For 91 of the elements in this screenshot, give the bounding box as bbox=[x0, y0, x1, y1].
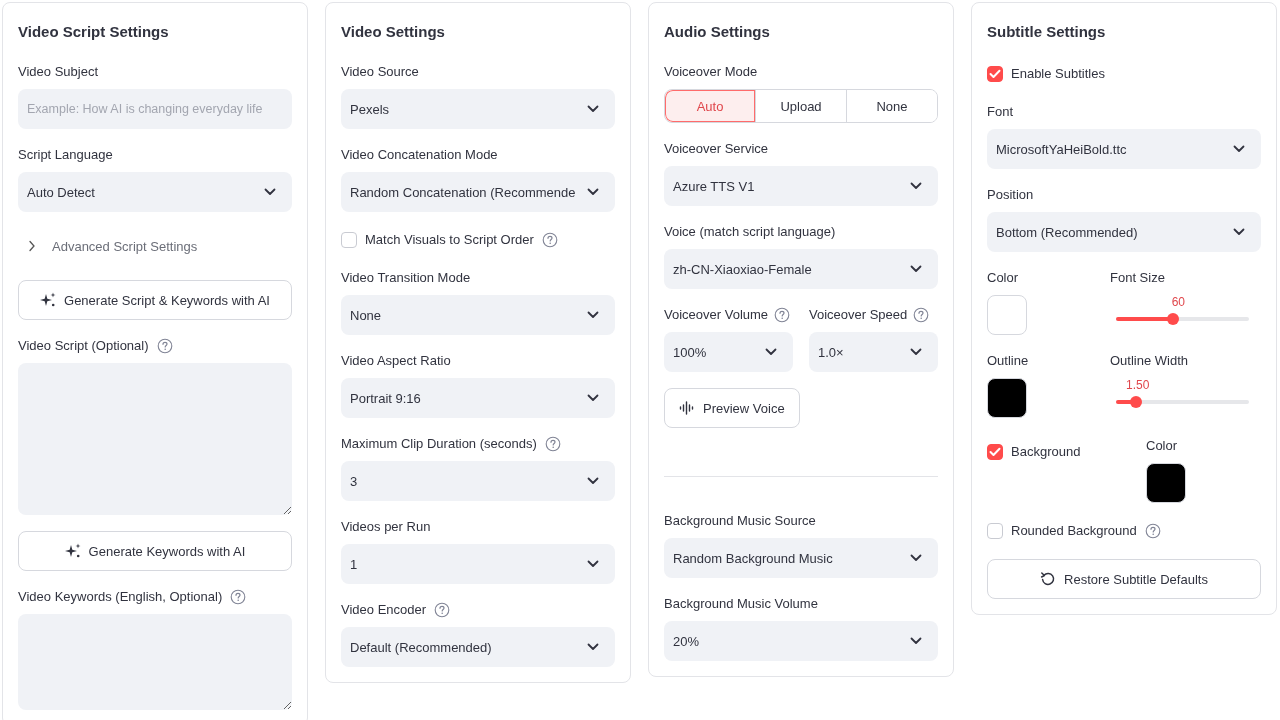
sparkle-icon bbox=[64, 543, 81, 559]
expander[interactable]: Advanced Script Settings bbox=[18, 228, 292, 264]
field-label: Video Keywords (English, Optional) bbox=[18, 588, 223, 606]
checkbox-label: Background bbox=[1011, 443, 1081, 461]
select-field[interactable]: Portrait 9:16 bbox=[341, 378, 615, 418]
select-field[interactable]: MicrosoftYaHeiBold.ttc bbox=[987, 129, 1261, 169]
panel-title: Subtitle Settings bbox=[987, 22, 1107, 42]
checkbox[interactable] bbox=[341, 232, 357, 248]
button[interactable]: Restore Subtitle Defaults bbox=[987, 559, 1261, 599]
field-label: Maximum Clip Duration (seconds) bbox=[341, 435, 537, 453]
slider-value: 60 bbox=[1171, 295, 1185, 309]
select-field[interactable]: 1 bbox=[341, 544, 615, 584]
chevron-down-icon bbox=[587, 188, 599, 196]
field-label: Outline bbox=[987, 352, 1029, 370]
select-field[interactable]: zh-CN-Xiaoxiao-Female bbox=[664, 249, 938, 289]
button[interactable]: Generate Keywords with AI bbox=[18, 531, 292, 571]
field-label: Videos per Run bbox=[341, 518, 431, 536]
select-field[interactable]: 3 bbox=[341, 461, 615, 501]
panel-title: Video Script Settings bbox=[18, 22, 170, 42]
slider-value: 1.50 bbox=[1126, 378, 1150, 392]
chevron-down-icon bbox=[910, 265, 922, 273]
field-label: Voiceover Service bbox=[664, 140, 769, 158]
button[interactable]: Preview Voice bbox=[664, 388, 800, 428]
field-label: Video Transition Mode bbox=[341, 269, 471, 287]
field-label: Color bbox=[987, 269, 1019, 287]
color-swatch[interactable] bbox=[987, 295, 1027, 335]
text-input[interactable]: Example: How AI is changing everyday life bbox=[18, 89, 292, 129]
panel-title: Audio Settings bbox=[664, 22, 771, 42]
chevron-down-icon bbox=[264, 188, 276, 196]
field-label: Video Concatenation Mode bbox=[341, 146, 498, 164]
select-field[interactable]: Random Concatenation (Recommende bbox=[341, 172, 615, 212]
chevron-down-icon bbox=[910, 348, 922, 356]
field-label: Position bbox=[987, 186, 1034, 204]
check-icon bbox=[989, 447, 1001, 457]
select-field[interactable]: Random Background Music bbox=[664, 538, 938, 578]
field-label: Font Size bbox=[1110, 269, 1165, 287]
select-field[interactable]: Bottom (Recommended) bbox=[987, 212, 1261, 252]
checkbox[interactable] bbox=[987, 523, 1003, 539]
chevron-right-icon bbox=[28, 240, 36, 252]
field-label: Video Subject bbox=[18, 63, 98, 81]
chevron-down-icon bbox=[910, 637, 922, 645]
field-label: Color bbox=[1146, 437, 1178, 455]
field-label: Font bbox=[987, 103, 1013, 121]
field-label: Outline Width bbox=[1110, 352, 1189, 370]
field-label: Voiceover Volume bbox=[664, 306, 769, 324]
chevron-down-icon bbox=[587, 643, 599, 651]
field-label: Voiceover Speed bbox=[809, 306, 908, 324]
segment-option[interactable]: None bbox=[846, 90, 937, 122]
checkbox-label: Match Visuals to Script Order bbox=[365, 231, 534, 249]
chevron-down-icon bbox=[587, 477, 599, 485]
restore-icon bbox=[1040, 571, 1057, 587]
color-swatch[interactable] bbox=[1146, 463, 1186, 503]
select-field[interactable]: Azure TTS V1 bbox=[664, 166, 938, 206]
check-icon bbox=[989, 69, 1001, 79]
select-field[interactable]: None bbox=[341, 295, 615, 335]
color-swatch[interactable] bbox=[987, 378, 1027, 418]
field-label: Video Encoder bbox=[341, 601, 427, 619]
chevron-down-icon bbox=[587, 560, 599, 568]
field-label: Video Aspect Ratio bbox=[341, 352, 451, 370]
waveform-icon bbox=[679, 400, 695, 416]
field-label: Script Language bbox=[18, 146, 113, 164]
chevron-down-icon bbox=[1233, 228, 1245, 236]
button[interactable]: Generate Script & Keywords with AI bbox=[18, 280, 292, 320]
checkbox-label: Rounded Background bbox=[1011, 522, 1137, 540]
segment-option[interactable]: Auto bbox=[665, 90, 755, 122]
select-field[interactable]: Default (Recommended) bbox=[341, 627, 615, 667]
field-label: Background Music Source bbox=[664, 512, 816, 530]
chevron-down-icon bbox=[910, 182, 922, 190]
field-label: Video Source bbox=[341, 63, 419, 81]
chevron-down-icon bbox=[587, 311, 599, 319]
panel-title: Video Settings bbox=[341, 22, 446, 42]
chevron-down-icon bbox=[587, 105, 599, 113]
slider-thumb[interactable] bbox=[1167, 313, 1180, 325]
select-field[interactable]: Auto Detect bbox=[18, 172, 292, 212]
field-label: Background Music Volume bbox=[664, 595, 818, 613]
select-field[interactable]: 1.0× bbox=[809, 332, 938, 372]
checkbox-label: Enable Subtitles bbox=[1011, 65, 1105, 83]
chevron-down-icon bbox=[1233, 145, 1245, 153]
chevron-down-icon bbox=[587, 394, 599, 402]
chevron-down-icon bbox=[765, 348, 777, 356]
sparkle-icon bbox=[40, 292, 57, 308]
slider-thumb[interactable] bbox=[1129, 396, 1142, 408]
select-field[interactable]: Pexels bbox=[341, 89, 615, 129]
select-field[interactable]: 20% bbox=[664, 621, 938, 661]
select-field[interactable]: 100% bbox=[664, 332, 793, 372]
field-label: Voice (match script language) bbox=[664, 223, 836, 241]
field-label: Voiceover Mode bbox=[664, 63, 758, 81]
checkbox[interactable] bbox=[987, 444, 1003, 460]
checkbox[interactable] bbox=[987, 66, 1003, 82]
chevron-down-icon bbox=[910, 554, 922, 562]
field-label: Video Script (Optional) bbox=[18, 337, 149, 355]
